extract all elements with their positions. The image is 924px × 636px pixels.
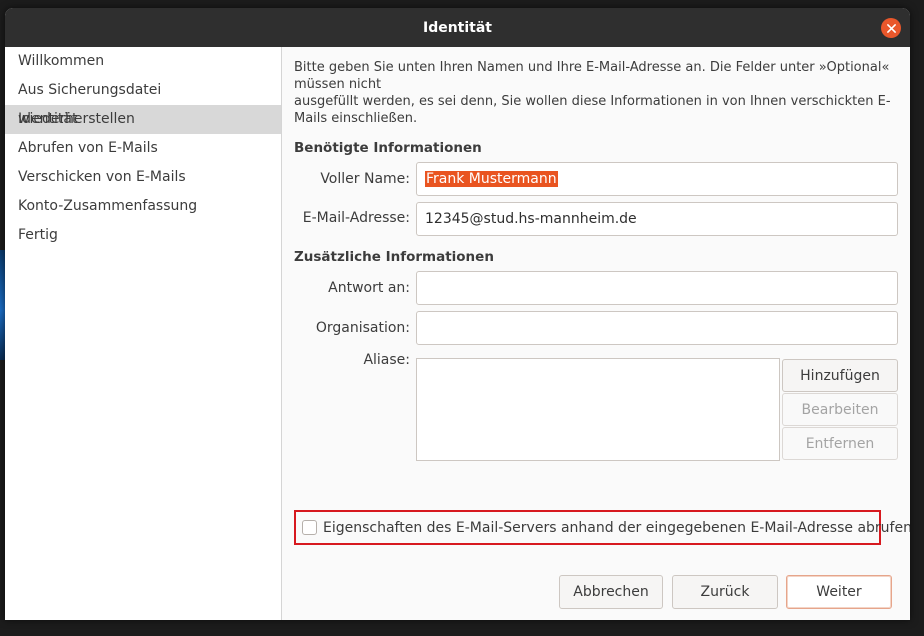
full-name-field[interactable]: Frank Mustermann <box>416 162 898 196</box>
close-button[interactable] <box>881 18 901 38</box>
sidebar-item-done[interactable]: Fertig <box>5 221 281 250</box>
email-field[interactable]: 12345@stud.hs-mannheim.de <box>416 202 898 236</box>
window-title: Identität <box>422 19 492 36</box>
intro-text: Bitte geben Sie unten Ihren Namen und Ih… <box>294 59 899 127</box>
sidebar-item-send-mail[interactable]: Verschicken von E-Mails <box>5 163 281 192</box>
email-label: E-Mail-Adresse: <box>302 210 410 226</box>
sidebar-item-account-summary[interactable]: Konto-Zusammenfassung <box>5 192 281 221</box>
identity-page: Bitte geben Sie unten Ihren Namen und Ih… <box>283 47 910 620</box>
required-section-title: Benötigte Informationen <box>294 140 482 156</box>
aliases-list[interactable] <box>416 358 780 461</box>
intro-line: Mails einschließen. <box>294 111 418 126</box>
sidebar-item-willkommen[interactable]: Willkommen <box>5 47 281 76</box>
intro-line: müssen nicht <box>294 77 382 92</box>
intro-line: ausgefüllt werden, es sei denn, Sie woll… <box>294 94 891 109</box>
edit-alias-button[interactable]: Bearbeiten <box>782 393 898 426</box>
next-button[interactable]: Weiter <box>786 575 892 609</box>
back-button[interactable]: Zurück <box>672 575 778 609</box>
reply-to-label: Antwort an: <box>328 280 410 296</box>
sidebar-item-identity[interactable]: Identität <box>5 105 281 134</box>
fetch-server-settings-label[interactable]: Eigenschaften des E-Mail-Servers anhand … <box>323 520 910 536</box>
wizard-steps-sidebar: Willkommen Aus Sicherungsdatei wiederher… <box>5 47 282 620</box>
full-name-value: Frank Mustermann <box>425 171 558 187</box>
intro-line: Bitte geben Sie unten Ihren Namen und Ih… <box>294 60 890 75</box>
sidebar-item-receive-mail[interactable]: Abrufen von E-Mails <box>5 134 281 163</box>
organization-label: Organisation: <box>315 320 410 336</box>
aliases-label: Aliase: <box>363 352 410 368</box>
reply-to-field[interactable] <box>416 271 898 305</box>
organization-field[interactable] <box>416 311 898 345</box>
sidebar-item-restore-backup[interactable]: Aus Sicherungsdatei wiederherstellen <box>5 76 281 127</box>
fetch-server-settings-option[interactable]: Eigenschaften des E-Mail-Servers anhand … <box>294 510 910 545</box>
remove-alias-button[interactable]: Entfernen <box>782 427 898 460</box>
add-alias-button[interactable]: Hinzufügen <box>782 359 898 392</box>
optional-section-title: Zusätzliche Informationen <box>294 249 494 265</box>
fetch-server-settings-checkbox[interactable] <box>302 520 317 535</box>
cancel-button[interactable]: Abbrechen <box>559 575 663 609</box>
close-icon <box>886 23 896 33</box>
titlebar: Identität <box>5 8 910 47</box>
identity-dialog: Identität Willkommen Aus Sicherungsdatei… <box>5 8 910 620</box>
email-value: 12345@stud.hs-mannheim.de <box>425 211 637 227</box>
full-name-label: Voller Name: <box>320 171 410 187</box>
